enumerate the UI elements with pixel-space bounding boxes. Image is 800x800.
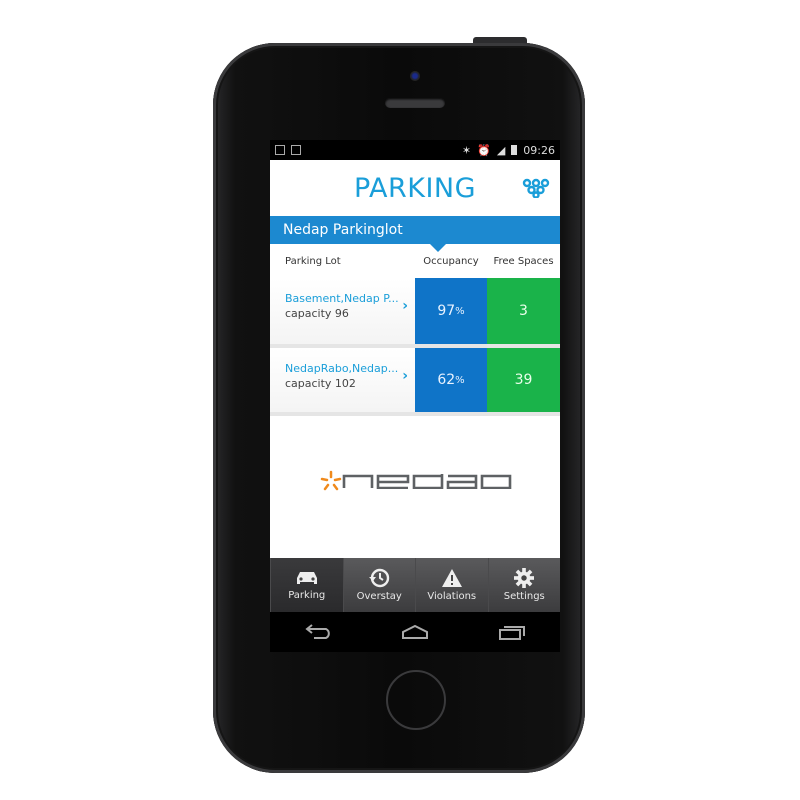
column-free-spaces: Free Spaces	[493, 255, 554, 267]
page-title: PARKING	[353, 172, 477, 204]
android-nav-bar	[270, 612, 560, 652]
occupancy-value: 62	[437, 372, 456, 388]
gear-icon	[514, 568, 535, 588]
nedap-rings-icon[interactable]	[522, 178, 550, 198]
lot-capacity: capacity 96	[285, 307, 349, 320]
recent-apps-icon[interactable]	[498, 624, 526, 640]
tab-label: Parking	[288, 590, 326, 601]
occupancy-cell: 62%	[415, 348, 487, 412]
table-row[interactable]: Basement,Nedap P... capacity 96 › 97% 3	[270, 278, 560, 348]
percent-sign: %	[455, 374, 465, 386]
table-row[interactable]: NedapRabo,Nedap... capacity 102 › 62% 39	[270, 348, 560, 416]
app-screen: ✶ ⏰ ◢ 09:26 PARKING Nedap Parkinglot Par…	[270, 140, 560, 652]
occupancy-value: 97	[437, 303, 456, 319]
bluetooth-icon: ✶	[461, 143, 472, 157]
lot-name: Basement,Nedap P...	[285, 292, 399, 305]
lot-cell[interactable]: Basement,Nedap P... capacity 96 ›	[270, 278, 415, 344]
chevron-right-icon: ›	[402, 368, 408, 384]
history-icon	[369, 568, 390, 588]
notification-icon	[275, 145, 285, 155]
back-icon[interactable]	[304, 624, 332, 640]
chevron-right-icon: ›	[402, 298, 408, 314]
tab-label: Overstay	[356, 591, 402, 602]
tab-violations[interactable]: Violations	[415, 558, 488, 612]
occupancy-cell: 97%	[415, 278, 487, 344]
lot-name: NedapRabo,Nedap...	[285, 362, 399, 375]
column-parking-lot: Parking Lot	[285, 255, 341, 267]
home-button[interactable]	[386, 670, 446, 730]
earpiece-speaker	[385, 98, 445, 108]
image-notification-icon	[291, 145, 301, 155]
tab-overstay[interactable]: Overstay	[342, 558, 416, 612]
tab-label: Violations	[427, 591, 477, 602]
warning-icon	[441, 569, 462, 587]
tab-label: Settings	[503, 591, 545, 602]
tab-parking[interactable]: Parking	[270, 558, 343, 612]
lot-cell[interactable]: NedapRabo,Nedap... capacity 102 ›	[270, 348, 415, 412]
free-spaces-cell: 39	[487, 348, 560, 412]
front-camera	[410, 71, 420, 81]
lot-selector[interactable]: Nedap Parkinglot	[270, 216, 560, 252]
battery-icon	[511, 145, 518, 155]
car-icon	[296, 572, 317, 584]
alarm-icon: ⏰	[477, 143, 491, 157]
app-header: PARKING	[270, 160, 560, 216]
status-bar: ✶ ⏰ ◢ 09:26	[270, 140, 560, 160]
home-icon[interactable]	[401, 624, 429, 640]
column-occupancy: Occupancy	[423, 255, 479, 267]
nedap-star-icon	[320, 470, 342, 491]
signal-icon: ◢	[496, 143, 506, 157]
table-header: Parking Lot Occupancy Free Spaces	[270, 244, 560, 278]
tab-settings[interactable]: Settings	[487, 558, 561, 612]
free-spaces-cell: 3	[487, 278, 560, 344]
lot-capacity: capacity 102	[285, 377, 356, 390]
nedap-logo	[320, 470, 512, 492]
clock: 09:26	[523, 143, 555, 157]
nedap-wordmark	[342, 474, 512, 489]
bottom-tab-bar: Parking Overstay Violations Settings	[270, 558, 560, 612]
percent-sign: %	[455, 305, 465, 317]
